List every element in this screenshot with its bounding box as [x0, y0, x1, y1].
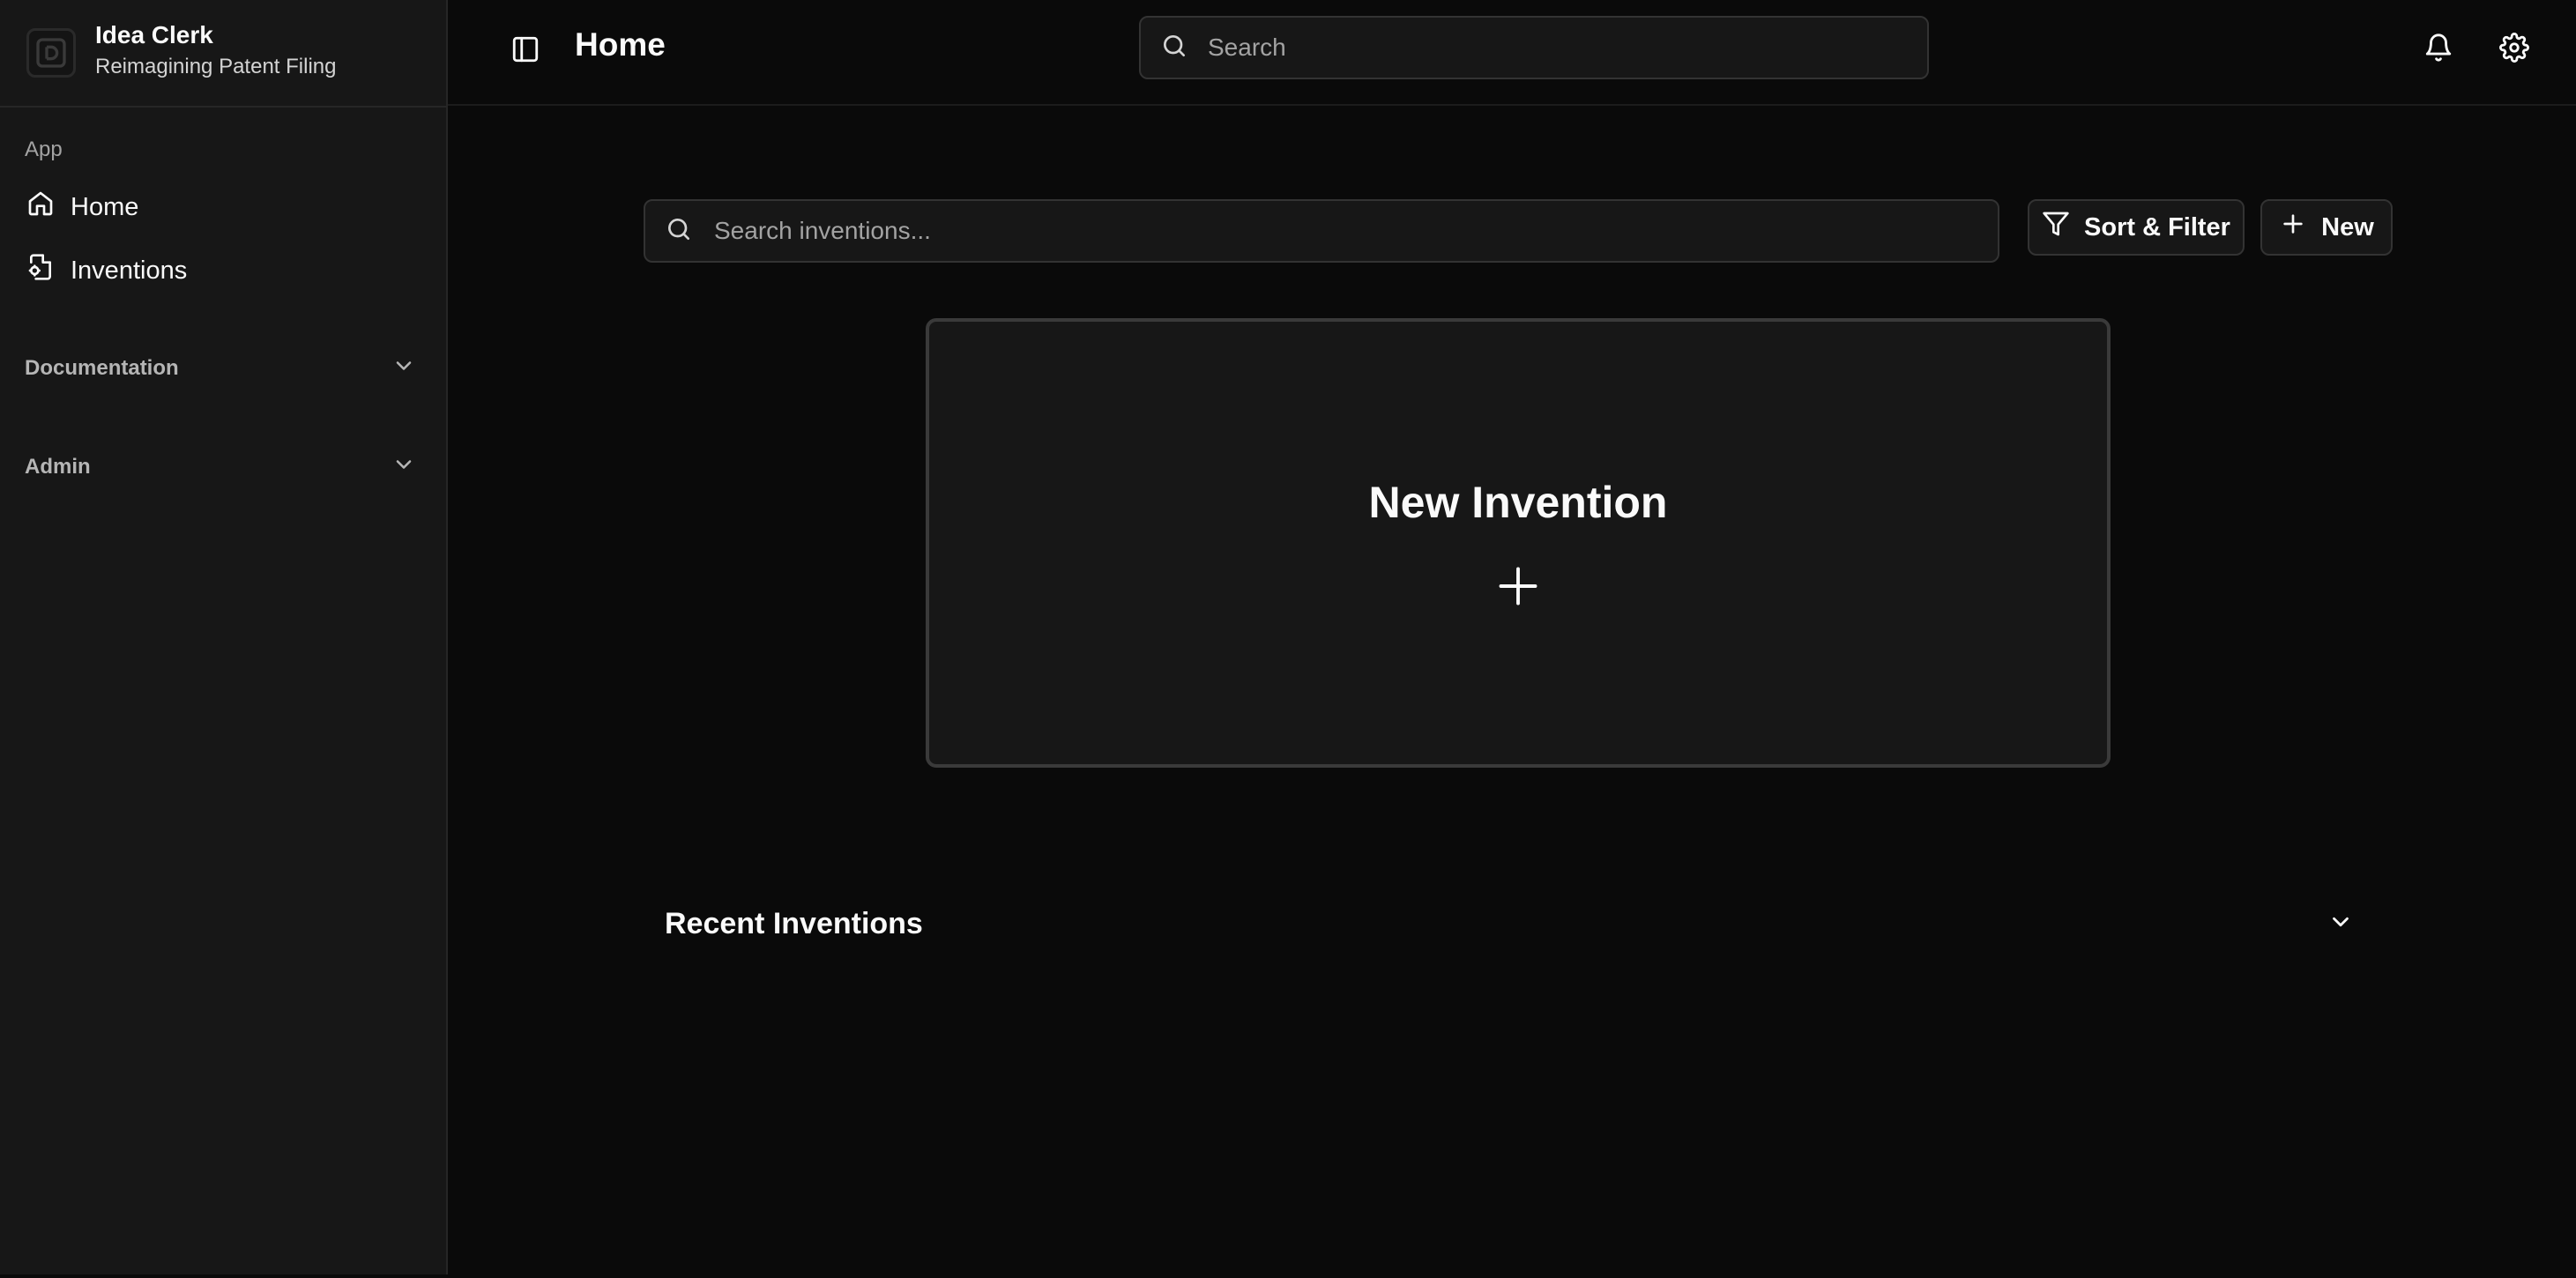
sidebar-section-label: Admin	[25, 455, 91, 479]
sidebar-item-label: Inventions	[71, 256, 188, 285]
sidebar-group-label: App	[25, 137, 63, 161]
new-button[interactable]: New	[2260, 199, 2393, 256]
sidebar-item-label: Home	[71, 192, 139, 221]
sidebar-item-home[interactable]: Home	[14, 180, 434, 234]
sidebar-toggle-icon	[510, 34, 540, 69]
chevron-down-icon	[2327, 909, 2354, 940]
bell-icon	[2423, 33, 2453, 67]
logo-icon	[26, 28, 76, 78]
chevron-down-icon	[391, 353, 416, 384]
notifications-button[interactable]	[2412, 23, 2465, 76]
global-search-input[interactable]	[1208, 18, 1927, 78]
sidebar-section-label: Documentation	[25, 356, 179, 380]
home-icon	[26, 189, 55, 225]
new-label: New	[2321, 212, 2374, 241]
recent-inventions-title: Recent Inventions	[665, 906, 923, 940]
sidebar-item-inventions[interactable]: Inventions	[14, 243, 434, 298]
page-title: Home	[575, 26, 666, 63]
sidebar: Idea Clerk Reimagining Patent Filing App…	[0, 0, 448, 1274]
sidebar-section-admin[interactable]: Admin	[0, 442, 448, 492]
search-icon	[1160, 32, 1188, 64]
sidebar-section-documentation[interactable]: Documentation	[0, 344, 448, 393]
brand-header[interactable]: Idea Clerk Reimagining Patent Filing	[0, 0, 446, 108]
sort-filter-button[interactable]: Sort & Filter	[2028, 199, 2245, 256]
new-invention-title: New Invention	[1368, 478, 1668, 527]
document-icon	[26, 253, 55, 288]
inventions-search-input[interactable]	[714, 201, 1998, 261]
gear-icon	[2499, 32, 2529, 67]
filter-icon	[2042, 210, 2070, 245]
plus-icon	[2279, 210, 2307, 245]
brand-text: Idea Clerk Reimagining Patent Filing	[95, 21, 336, 79]
top-header: Home	[448, 0, 2576, 106]
brand-tagline: Reimagining Patent Filing	[95, 55, 337, 78]
sort-filter-label: Sort & Filter	[2084, 212, 2230, 241]
chevron-down-icon	[391, 452, 416, 483]
new-invention-card[interactable]: New Invention	[926, 318, 2111, 768]
search-icon	[665, 215, 693, 248]
recent-inventions-header[interactable]: Recent Inventions	[644, 895, 2375, 952]
brand-name: Idea Clerk	[95, 21, 213, 48]
app-root: Idea Clerk Reimagining Patent Filing App…	[0, 0, 2576, 1278]
sidebar-toggle-button[interactable]	[501, 26, 550, 76]
inventions-search[interactable]	[644, 199, 1999, 263]
plus-icon	[1495, 528, 1541, 613]
global-search[interactable]	[1139, 16, 1929, 79]
settings-button[interactable]	[2488, 23, 2541, 76]
